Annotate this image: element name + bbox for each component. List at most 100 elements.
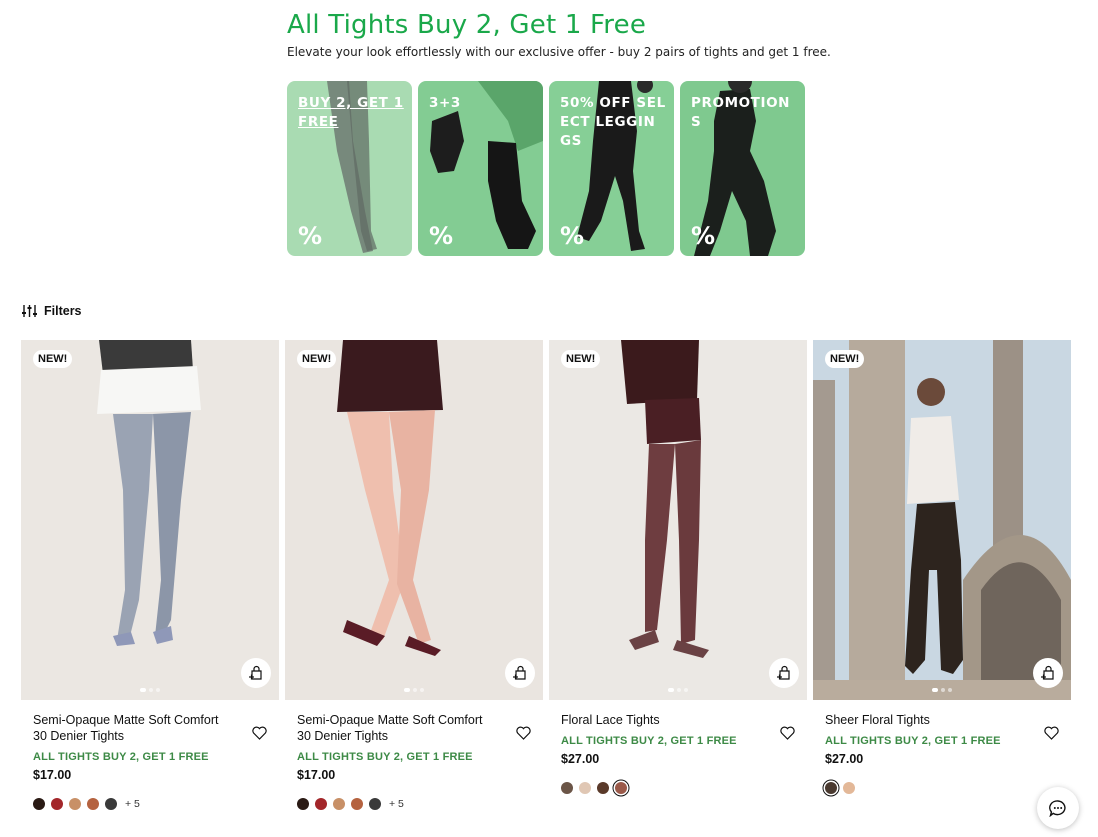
color-swatch[interactable] <box>51 798 63 810</box>
product-image[interactable]: NEW! <box>813 340 1071 700</box>
product-photo <box>285 340 543 700</box>
product-image[interactable]: NEW! <box>285 340 543 700</box>
product-grid: NEW! Semi-Opaque Matte Soft Comfort 30 D… <box>21 340 1071 810</box>
offer-link[interactable]: ALL TIGHTS BUY 2, GET 1 FREE <box>561 735 795 747</box>
product-price: $27.00 <box>561 752 600 766</box>
tile-50-off-leggings[interactable]: 50% OFF SELECT LEGGINGS % <box>549 81 674 256</box>
product-price: $27.00 <box>825 752 864 766</box>
percent-icon: % <box>429 222 454 250</box>
heart-icon[interactable] <box>516 726 531 740</box>
product-info: Floral Lace Tights ALL TIGHTS BUY 2, GET… <box>549 712 807 794</box>
product-card: NEW! Semi-Opaque Matte Soft Comfort 30 D… <box>285 340 543 810</box>
product-card: NEW! Semi-Opaque Matte Soft Comfort 30 D… <box>21 340 279 810</box>
carousel-dot[interactable] <box>420 688 424 692</box>
tile-label: 50% OFF SELECT LEGGINGS <box>560 95 666 149</box>
color-swatch[interactable] <box>33 798 45 810</box>
chat-bubble-icon <box>1049 799 1066 817</box>
color-swatch[interactable] <box>369 798 381 810</box>
image-carousel-dots[interactable] <box>668 688 688 692</box>
image-carousel-dots[interactable] <box>140 688 160 692</box>
carousel-dot[interactable] <box>941 688 945 692</box>
image-carousel-dots[interactable] <box>404 688 424 692</box>
color-swatch[interactable] <box>561 782 573 794</box>
bag-add-icon <box>1041 665 1054 680</box>
new-badge: NEW! <box>297 350 337 368</box>
tile-label: 3+3 <box>429 95 461 111</box>
color-swatches <box>825 782 1059 794</box>
color-swatch[interactable] <box>87 798 99 810</box>
product-card: NEW! Sheer Floral Tights ALL TIGHTS BUY … <box>813 340 1071 810</box>
heart-icon[interactable] <box>252 726 267 740</box>
carousel-dot[interactable] <box>413 688 417 692</box>
carousel-dot[interactable] <box>156 688 160 692</box>
product-photo <box>549 340 807 700</box>
color-swatch[interactable] <box>579 782 591 794</box>
page-title: All Tights Buy 2, Get 1 Free <box>287 10 647 40</box>
heart-icon[interactable] <box>1044 726 1059 740</box>
color-swatch[interactable] <box>843 782 855 794</box>
product-price: $17.00 <box>33 768 72 782</box>
product-info: Semi-Opaque Matte Soft Comfort 30 Denier… <box>285 712 543 810</box>
carousel-dot[interactable] <box>404 688 410 692</box>
carousel-dot[interactable] <box>140 688 146 692</box>
carousel-dot[interactable] <box>948 688 952 692</box>
color-swatch[interactable] <box>315 798 327 810</box>
product-name[interactable]: Sheer Floral Tights <box>825 712 1015 728</box>
offer-link[interactable]: ALL TIGHTS BUY 2, GET 1 FREE <box>33 751 267 763</box>
product-name[interactable]: Semi-Opaque Matte Soft Comfort 30 Denier… <box>297 712 487 744</box>
new-badge: NEW! <box>33 350 73 368</box>
percent-icon: % <box>691 222 716 250</box>
tile-buy-2-get-1[interactable]: BUY 2, GET 1 FREE % <box>287 81 412 256</box>
new-badge: NEW! <box>561 350 601 368</box>
product-name[interactable]: Semi-Opaque Matte Soft Comfort 30 Denier… <box>33 712 223 744</box>
product-price: $17.00 <box>297 768 336 782</box>
percent-icon: % <box>298 222 323 250</box>
quick-add-button[interactable] <box>241 658 271 688</box>
color-swatches: + 5 <box>297 798 531 810</box>
quick-add-button[interactable] <box>1033 658 1063 688</box>
color-swatch[interactable] <box>105 798 117 810</box>
bag-add-icon <box>777 665 790 680</box>
color-swatch-selected[interactable] <box>825 782 837 794</box>
product-photo <box>21 340 279 700</box>
filters-button[interactable]: Filters <box>22 304 82 318</box>
color-swatch[interactable] <box>297 798 309 810</box>
page-subtitle: Elevate your look effortlessly with our … <box>287 45 831 59</box>
quick-add-button[interactable] <box>505 658 535 688</box>
color-swatches: + 5 <box>33 798 267 810</box>
color-swatch[interactable] <box>597 782 609 794</box>
carousel-dot[interactable] <box>677 688 681 692</box>
image-carousel-dots[interactable] <box>932 688 952 692</box>
color-swatch-selected[interactable] <box>615 782 627 794</box>
product-photo <box>813 340 1071 700</box>
product-card: NEW! Floral Lace Tights ALL TIGHTS BUY 2… <box>549 340 807 810</box>
tile-label: BUY 2, GET 1 FREE <box>298 95 404 130</box>
offer-link[interactable]: ALL TIGHTS BUY 2, GET 1 FREE <box>825 735 1059 747</box>
tile-label: PROMOTIONS <box>691 95 791 130</box>
color-swatch[interactable] <box>69 798 81 810</box>
promo-tiles: BUY 2, GET 1 FREE % 3+3 % 50% OFF SELECT… <box>287 81 805 256</box>
tile-promotions[interactable]: PROMOTIONS % <box>680 81 805 256</box>
carousel-dot[interactable] <box>932 688 938 692</box>
filters-label: Filters <box>44 304 82 318</box>
product-image[interactable]: NEW! <box>549 340 807 700</box>
product-image[interactable]: NEW! <box>21 340 279 700</box>
more-colors-count[interactable]: + 5 <box>125 798 140 810</box>
chat-button[interactable] <box>1037 787 1079 829</box>
carousel-dot[interactable] <box>668 688 674 692</box>
product-name[interactable]: Floral Lace Tights <box>561 712 751 728</box>
bag-add-icon <box>249 665 262 680</box>
color-swatch[interactable] <box>333 798 345 810</box>
carousel-dot[interactable] <box>149 688 153 692</box>
bag-add-icon <box>513 665 526 680</box>
color-swatch[interactable] <box>351 798 363 810</box>
new-badge: NEW! <box>825 350 865 368</box>
quick-add-button[interactable] <box>769 658 799 688</box>
tile-3-plus-3[interactable]: 3+3 % <box>418 81 543 256</box>
sliders-icon <box>22 305 37 317</box>
more-colors-count[interactable]: + 5 <box>389 798 404 810</box>
heart-icon[interactable] <box>780 726 795 740</box>
percent-icon: % <box>560 222 585 250</box>
offer-link[interactable]: ALL TIGHTS BUY 2, GET 1 FREE <box>297 751 531 763</box>
carousel-dot[interactable] <box>684 688 688 692</box>
